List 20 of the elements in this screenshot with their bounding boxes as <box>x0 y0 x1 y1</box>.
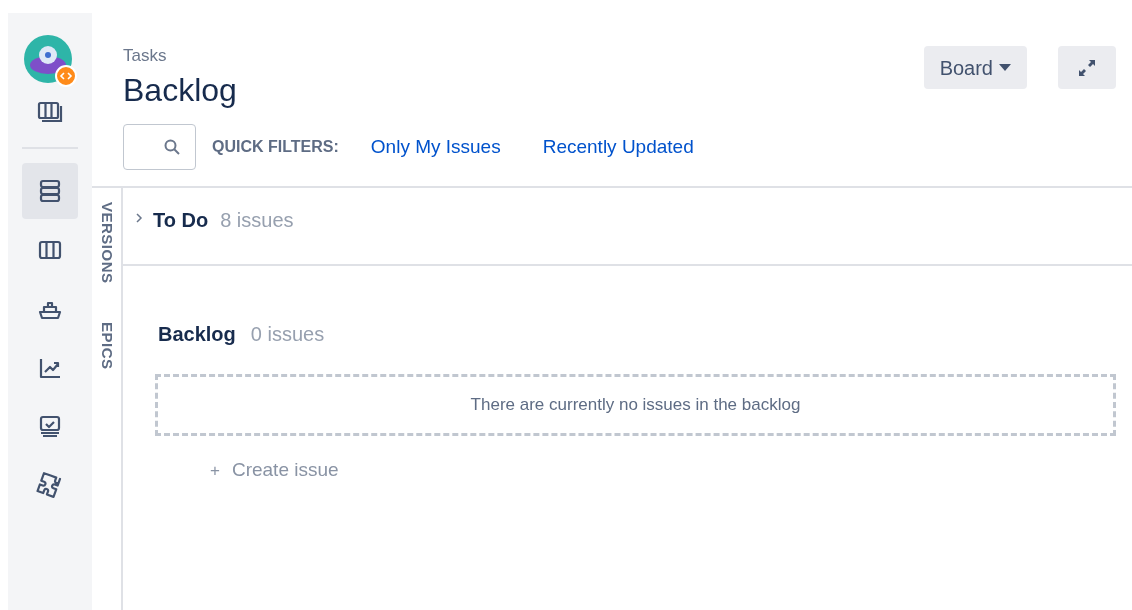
side-tab[interactable]: VERSIONS <box>95 202 118 284</box>
issue-count: 8 issues <box>220 208 294 232</box>
project-avatar-icon[interactable] <box>24 35 78 89</box>
empty-backlog-message: There are currently no issues in the backlog <box>155 374 1116 436</box>
sprint-name[interactable]: To Do <box>153 208 209 232</box>
breadcrumb[interactable]: Tasks <box>123 45 237 67</box>
backlog-name: Backlog <box>158 322 236 346</box>
search-icon <box>163 138 181 156</box>
puzzle-icon <box>36 472 64 500</box>
caret-icon <box>999 64 1011 71</box>
quick-filter-link[interactable]: Recently Updated <box>542 132 694 162</box>
sidebar-nav-item[interactable] <box>22 163 78 219</box>
search-field[interactable] <box>123 124 196 170</box>
board-dropdown-button[interactable]: Board <box>923 46 1027 89</box>
side-tab[interactable]: EPICS <box>95 321 118 370</box>
quick-filters-label: QUICK FILTERS: <box>212 137 339 157</box>
page-title: Backlog <box>123 71 237 110</box>
quick-filter-link[interactable]: Only My Issues <box>370 132 501 162</box>
issue-count: 0 issues <box>250 322 325 346</box>
chevron-icon[interactable] <box>135 213 143 223</box>
